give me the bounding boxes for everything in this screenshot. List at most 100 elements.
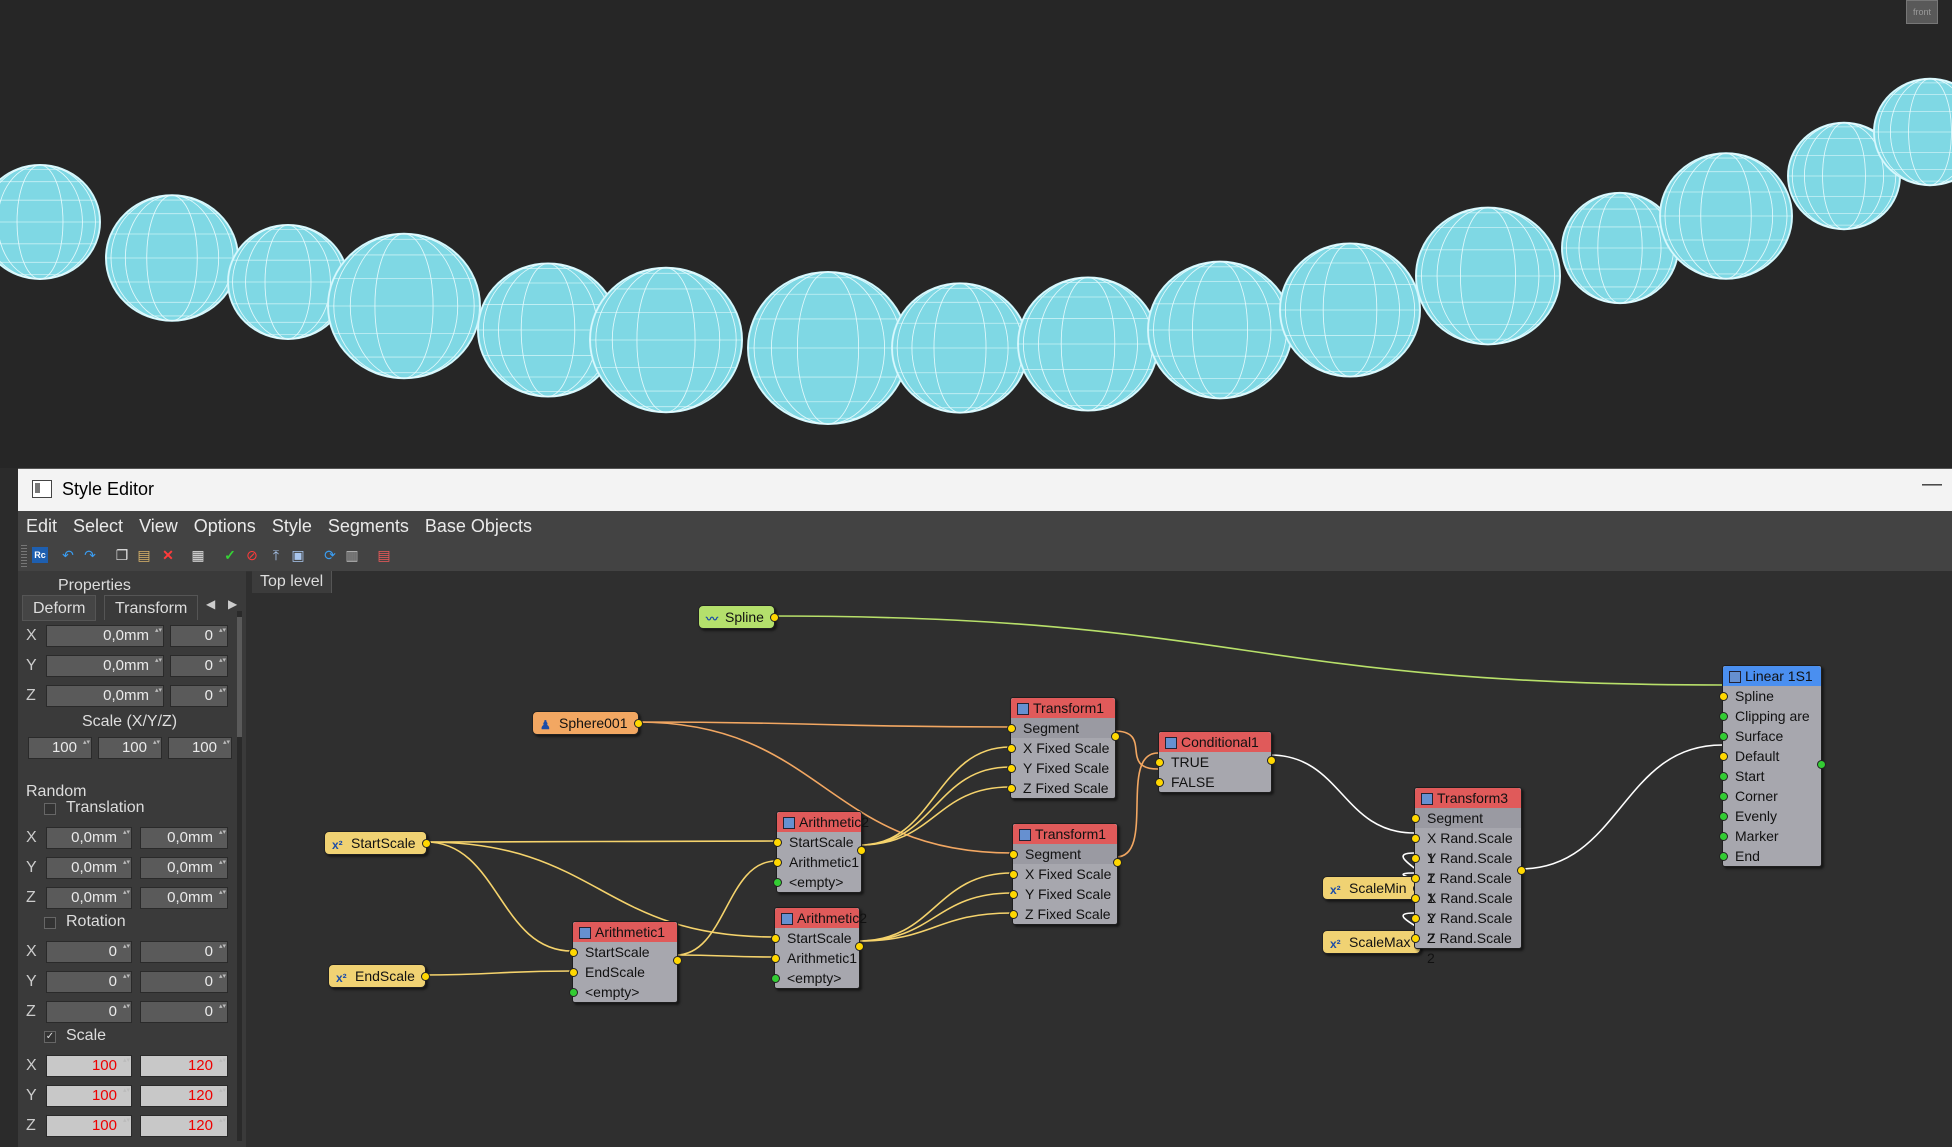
menu-edit[interactable]: Edit [18, 511, 65, 537]
node-input-port[interactable]: <empty> [773, 872, 861, 892]
node-input-port[interactable]: End [1719, 846, 1821, 866]
trans-z-max[interactable]: 0,0mm [140, 887, 228, 909]
node-input-port[interactable]: Corner [1719, 786, 1821, 806]
toolbar-grip[interactable] [21, 545, 27, 567]
output-port[interactable] [673, 956, 682, 965]
offset-x-second[interactable]: 0 [170, 625, 228, 647]
refresh-icon[interactable]: ⟳ [322, 547, 338, 563]
output-port[interactable] [1517, 866, 1526, 875]
node-input-port[interactable]: X Fixed Scale [1007, 738, 1115, 758]
node-input-port[interactable]: X Fixed Scale [1009, 864, 1117, 884]
view-cube-icon[interactable]: front [1906, 0, 1938, 24]
rscale-x-max[interactable]: 120 [140, 1055, 228, 1077]
transform1a-node[interactable]: Transform1 Segment X Fixed Scale Y Fixed… [1007, 697, 1120, 799]
rot-x-max[interactable]: 0 [140, 941, 228, 963]
trans-x-min[interactable]: 0,0mm [46, 827, 132, 849]
paste-icon[interactable]: ▤ [136, 547, 152, 563]
conditional1-node[interactable]: Conditional1 TRUE FALSE [1155, 731, 1276, 793]
node-input-port[interactable]: Spline [1719, 686, 1821, 706]
rot-z-max[interactable]: 0 [140, 1001, 228, 1023]
node-input-port[interactable]: Z Fixed Scale [1009, 904, 1117, 924]
node-input-port[interactable]: Clipping are [1719, 706, 1821, 726]
rot-x-min[interactable]: 0 [46, 941, 132, 963]
node-input-port[interactable]: X Rand.Scale 1 [1411, 828, 1521, 866]
rot-z-min[interactable]: 0 [46, 1001, 132, 1023]
arithmetic2b-node[interactable]: Arithmetic2 StartScale Arithmetic1 <empt… [771, 907, 867, 989]
scalemin-source-node[interactable]: x² ScaleMin [1322, 876, 1422, 900]
arithmetic2a-node[interactable]: Arithmetic2 StartScale Arithmetic1 <empt… [773, 811, 869, 893]
trans-z-min[interactable]: 0,0mm [46, 887, 132, 909]
sphere-source-node[interactable]: ♟ Sphere001 [532, 711, 643, 735]
node-input-port[interactable]: Y Fixed Scale [1007, 758, 1115, 778]
properties-scrollbar[interactable] [237, 611, 242, 1141]
render-icon[interactable]: ▥ [344, 547, 360, 563]
rotation-checkbox[interactable] [44, 917, 56, 929]
breadcrumb[interactable]: Top level [252, 571, 333, 593]
scale-x-field[interactable]: 100 [28, 737, 92, 759]
output-port[interactable] [1111, 732, 1120, 741]
output-port[interactable] [857, 846, 866, 855]
node-input-port[interactable]: EndScale [569, 962, 677, 982]
tab-prev-icon[interactable]: ◀ [206, 597, 215, 611]
node-input-port[interactable]: TRUE [1155, 752, 1271, 772]
offset-x-field[interactable]: 0,0mm [46, 625, 164, 647]
3d-viewport[interactable]: front [0, 0, 1952, 468]
redo-icon[interactable]: ↷ [82, 547, 98, 563]
node-input-port[interactable]: Default [1719, 746, 1821, 766]
minimize-icon[interactable]: — [1922, 473, 1942, 496]
rot-y-max[interactable]: 0 [140, 971, 228, 993]
menu-style[interactable]: Style [264, 511, 320, 537]
scale-y-field[interactable]: 100 [98, 737, 162, 759]
rscale-z-max[interactable]: 120 [140, 1115, 228, 1137]
tab-next-icon[interactable]: ▶ [228, 597, 237, 611]
output-port[interactable] [769, 613, 779, 622]
offset-y-second[interactable]: 0 [170, 655, 228, 677]
palette-icon[interactable]: ▤ [376, 547, 392, 563]
node-input-port[interactable]: Z Fixed Scale [1007, 778, 1115, 798]
output-port[interactable] [633, 719, 643, 728]
node-input-port[interactable]: StartScale [569, 942, 677, 962]
trans-x-max[interactable]: 0,0mm [140, 827, 228, 849]
menu-base-objects[interactable]: Base Objects [417, 511, 540, 537]
node-input-port[interactable]: Surface [1719, 726, 1821, 746]
move-bottom-icon[interactable]: ▣ [290, 547, 306, 563]
rscale-y-max[interactable]: 120 [140, 1085, 228, 1107]
output-port[interactable] [1113, 858, 1122, 867]
delete-icon[interactable]: ✕ [160, 547, 176, 563]
output-port[interactable] [421, 839, 431, 848]
undo-icon[interactable]: ↶ [60, 547, 76, 563]
node-graph-canvas[interactable]: Top level 〰 Spline ♟ Sphere001 x² StartScal… [252, 571, 1952, 1147]
offset-z-field[interactable]: 0,0mm [46, 685, 164, 707]
node-input-port[interactable]: Segment [1007, 718, 1115, 738]
transform1b-node[interactable]: Transform1 Segment X Fixed Scale Y Fixed… [1009, 823, 1122, 925]
tab-transform[interactable]: Transform [104, 595, 199, 620]
output-port[interactable] [420, 972, 430, 981]
translation-checkbox[interactable] [44, 803, 56, 815]
node-input-port[interactable]: Arithmetic1 [771, 948, 859, 968]
node-input-port[interactable]: Y Fixed Scale [1009, 884, 1117, 904]
node-input-port[interactable]: <empty> [771, 968, 859, 988]
check-icon[interactable]: ✓ [222, 547, 238, 563]
offset-z-second[interactable]: 0 [170, 685, 228, 707]
trans-y-max[interactable]: 0,0mm [140, 857, 228, 879]
scalemax-source-node[interactable]: x² ScaleMax [1322, 930, 1426, 954]
rscale-x-min[interactable]: 100 [46, 1055, 132, 1077]
move-top-icon[interactable]: ⤒ [268, 547, 284, 563]
rscale-y-min[interactable]: 100 [46, 1085, 132, 1107]
offset-y-field[interactable]: 0,0mm [46, 655, 164, 677]
copy-icon[interactable]: ❐ [114, 547, 130, 563]
title-bar[interactable]: Style Editor — [18, 469, 1952, 511]
node-input-port[interactable]: StartScale [773, 832, 861, 852]
rot-y-min[interactable]: 0 [46, 971, 132, 993]
spline-source-node[interactable]: 〰 Spline [698, 605, 779, 629]
node-input-port[interactable]: Arithmetic1 [773, 852, 861, 872]
node-input-port[interactable]: Y Rand.Scale 2 [1411, 908, 1521, 946]
node-input-port[interactable]: Evenly [1719, 806, 1821, 826]
startscale-source-node[interactable]: x² StartScale [324, 831, 431, 855]
tab-deform[interactable]: Deform [22, 595, 97, 621]
arithmetic1-node[interactable]: Arithmetic1 StartScale EndScale <empty> [569, 921, 682, 1003]
trans-y-min[interactable]: 0,0mm [46, 857, 132, 879]
stop-icon[interactable]: ⊘ [244, 547, 260, 563]
menu-options[interactable]: Options [186, 511, 264, 537]
node-input-port[interactable]: X Rand.Scale 2 [1411, 888, 1521, 926]
